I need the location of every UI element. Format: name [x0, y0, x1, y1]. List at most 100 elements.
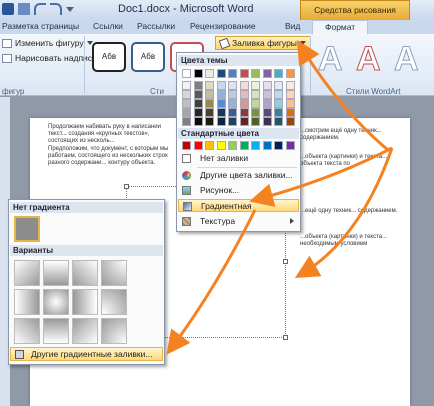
- color-swatch[interactable]: [216, 69, 226, 78]
- tab-review[interactable]: Рецензирование: [190, 21, 256, 31]
- color-swatch[interactable]: [216, 117, 226, 126]
- shape-fill-button[interactable]: Заливка фигуры: [215, 36, 311, 50]
- word-app-icon[interactable]: [2, 3, 14, 15]
- color-swatch[interactable]: [239, 108, 249, 117]
- color-swatch[interactable]: [205, 69, 214, 78]
- color-swatch[interactable]: [228, 90, 237, 99]
- color-swatch[interactable]: [205, 108, 214, 117]
- color-swatch[interactable]: [285, 81, 295, 90]
- color-swatch[interactable]: [182, 117, 191, 126]
- color-swatch[interactable]: [193, 90, 203, 99]
- color-swatch[interactable]: [193, 117, 203, 126]
- color-swatch[interactable]: [216, 90, 226, 99]
- tab-format[interactable]: Формат: [312, 20, 369, 34]
- color-swatch[interactable]: [205, 117, 214, 126]
- color-swatch[interactable]: [262, 141, 272, 150]
- color-swatch[interactable]: [205, 81, 214, 90]
- color-swatch[interactable]: [228, 108, 237, 117]
- color-swatch[interactable]: [262, 81, 272, 90]
- gradient-variant[interactable]: [72, 260, 98, 286]
- color-swatch[interactable]: [205, 90, 214, 99]
- color-swatch[interactable]: [216, 108, 226, 117]
- color-swatch[interactable]: [193, 69, 203, 78]
- color-swatch[interactable]: [239, 81, 249, 90]
- resize-handle[interactable]: [283, 335, 288, 340]
- color-swatch[interactable]: [251, 81, 260, 90]
- tab-view[interactable]: Вид: [285, 21, 300, 31]
- color-swatch[interactable]: [251, 108, 260, 117]
- gradient-variant[interactable]: [14, 260, 40, 286]
- color-swatch[interactable]: [251, 141, 260, 150]
- color-swatch[interactable]: [285, 141, 295, 150]
- wordart-style-2[interactable]: A: [356, 40, 382, 79]
- color-swatch[interactable]: [228, 117, 237, 126]
- color-swatch[interactable]: [193, 141, 203, 150]
- draw-textbox-button[interactable]: Нарисовать надпись: [2, 53, 96, 63]
- color-swatch[interactable]: [262, 108, 272, 117]
- color-swatch[interactable]: [285, 69, 295, 78]
- more-gradients-item[interactable]: Другие градиентные заливки...: [10, 347, 163, 361]
- tab-mailings[interactable]: Рассылки: [137, 21, 175, 31]
- wordart-style-3[interactable]: A: [394, 40, 420, 79]
- picture-item[interactable]: Рисунок...: [178, 184, 299, 197]
- color-swatch[interactable]: [262, 117, 272, 126]
- color-swatch[interactable]: [251, 90, 260, 99]
- color-swatch[interactable]: [262, 99, 272, 108]
- change-shape-button[interactable]: Изменить фигуру: [2, 38, 93, 48]
- color-swatch[interactable]: [251, 69, 260, 78]
- color-swatch[interactable]: [182, 99, 191, 108]
- customize-qat-icon[interactable]: [66, 7, 74, 12]
- color-swatch[interactable]: [239, 69, 249, 78]
- color-swatch[interactable]: [274, 69, 283, 78]
- shape-style-1[interactable]: Абв: [92, 42, 126, 72]
- color-swatch[interactable]: [182, 90, 191, 99]
- color-swatch[interactable]: [285, 90, 295, 99]
- no-fill-item[interactable]: Нет заливки: [178, 152, 299, 165]
- gradient-variant[interactable]: [43, 318, 69, 344]
- color-swatch[interactable]: [216, 81, 226, 90]
- color-swatch[interactable]: [182, 81, 191, 90]
- color-swatch[interactable]: [239, 90, 249, 99]
- gradient-variant[interactable]: [101, 289, 127, 315]
- color-swatch[interactable]: [216, 99, 226, 108]
- color-swatch[interactable]: [228, 99, 237, 108]
- color-swatch[interactable]: [274, 108, 283, 117]
- color-swatch[interactable]: [274, 99, 283, 108]
- color-swatch[interactable]: [285, 108, 295, 117]
- gradient-variant[interactable]: [14, 289, 40, 315]
- resize-handle[interactable]: [283, 259, 288, 264]
- color-swatch[interactable]: [205, 141, 214, 150]
- color-swatch[interactable]: [274, 90, 283, 99]
- tab-references[interactable]: Ссылки: [93, 21, 123, 31]
- color-swatch[interactable]: [239, 141, 249, 150]
- gradient-item[interactable]: Градиентная: [178, 199, 299, 212]
- resize-handle[interactable]: [124, 184, 129, 189]
- more-fill-colors-item[interactable]: Другие цвета заливки...: [178, 169, 299, 182]
- color-swatch[interactable]: [182, 141, 191, 150]
- color-swatch[interactable]: [285, 99, 295, 108]
- gradient-variant[interactable]: [72, 289, 98, 315]
- texture-item[interactable]: Текстура: [178, 215, 299, 228]
- color-swatch[interactable]: [251, 99, 260, 108]
- wordart-style-1[interactable]: A: [318, 40, 344, 79]
- gradient-variant[interactable]: [72, 318, 98, 344]
- color-swatch[interactable]: [239, 117, 249, 126]
- gradient-variant[interactable]: [43, 289, 69, 315]
- color-swatch[interactable]: [205, 99, 214, 108]
- shape-style-2[interactable]: Абв: [131, 42, 165, 72]
- save-icon[interactable]: [18, 3, 30, 15]
- color-swatch[interactable]: [182, 108, 191, 117]
- color-swatch[interactable]: [228, 141, 237, 150]
- color-swatch[interactable]: [193, 81, 203, 90]
- color-swatch[interactable]: [216, 141, 226, 150]
- color-swatch[interactable]: [193, 108, 203, 117]
- gradient-variant[interactable]: [101, 260, 127, 286]
- gradient-variant[interactable]: [43, 260, 69, 286]
- redo-icon[interactable]: [50, 3, 62, 15]
- gradient-variant[interactable]: [14, 318, 40, 344]
- color-swatch[interactable]: [274, 117, 283, 126]
- color-swatch[interactable]: [228, 69, 237, 78]
- color-swatch[interactable]: [239, 99, 249, 108]
- color-swatch[interactable]: [262, 69, 272, 78]
- color-swatch[interactable]: [262, 90, 272, 99]
